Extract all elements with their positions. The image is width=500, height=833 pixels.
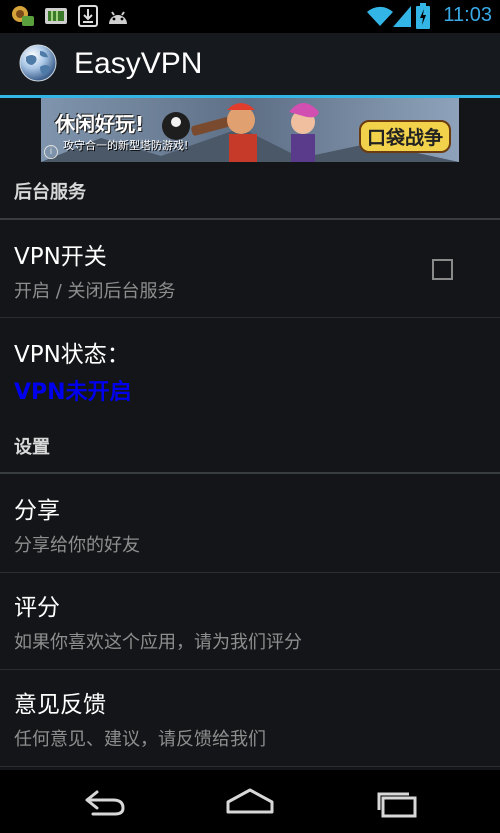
- globe-icon[interactable]: [18, 43, 58, 83]
- pref-summary: 分享给你的好友: [14, 535, 140, 556]
- vpn-switch-checkbox[interactable]: [432, 259, 453, 280]
- pref-item-feedback[interactable]: 意见反馈 任何意见、建议，请反馈给我们: [0, 670, 500, 766]
- divider: [0, 766, 500, 767]
- pref-item-vpn-switch[interactable]: VPN开关 开启 / 关闭后台服务: [0, 220, 500, 316]
- pref-summary: 如果你喜欢这个应用，请为我们评分: [14, 632, 302, 653]
- pref-summary: 开启 / 关闭后台服务: [14, 281, 176, 302]
- pref-title: VPN状态：: [14, 342, 130, 368]
- pref-item-share[interactable]: 分享 分享给你的好友: [0, 474, 500, 571]
- battery-charging-icon: [416, 3, 430, 29]
- notification-app-icon: [12, 6, 34, 26]
- section-header-background-service: 后台服务: [14, 182, 86, 203]
- vpn-status-value: VPN未开启: [14, 380, 132, 405]
- download-icon: [78, 5, 98, 27]
- pref-title: 意见反馈: [14, 692, 106, 718]
- status-bar: 11:03: [0, 0, 500, 33]
- ad-banner[interactable]: 休闲好玩! 攻守合一的新型塔防游戏! 口袋战争 i: [41, 98, 459, 162]
- pref-title: VPN开关: [14, 244, 107, 270]
- back-icon[interactable]: [73, 782, 133, 822]
- wifi-icon: [367, 6, 393, 26]
- action-bar: EasyVPN: [0, 33, 500, 95]
- recents-icon[interactable]: [367, 782, 427, 822]
- pref-summary: 任何意见、建议，请反馈给我们: [14, 729, 266, 750]
- app-title: EasyVPN: [74, 47, 203, 80]
- status-time: 11:03: [443, 4, 492, 26]
- ad-game-title: 口袋战争: [358, 120, 451, 153]
- pref-title: 评分: [14, 595, 60, 621]
- ad-info-icon[interactable]: i: [44, 145, 58, 159]
- battery-app-icon: [45, 8, 67, 24]
- preference-list: 休闲好玩! 攻守合一的新型塔防游戏! 口袋战争 i 后台服务 VPN开关 开启 …: [0, 98, 500, 770]
- signal-icon: [393, 6, 411, 27]
- android-icon: [109, 11, 127, 24]
- section-header-settings: 设置: [14, 437, 50, 458]
- ad-headline: 休闲好玩!: [55, 112, 145, 136]
- navigation-bar: [0, 770, 500, 833]
- home-icon[interactable]: [220, 782, 280, 822]
- ad-subline: 攻守合一的新型塔防游戏!: [63, 139, 189, 152]
- pref-title: 分享: [14, 498, 60, 524]
- pref-item-rate[interactable]: 评分 如果你喜欢这个应用，请为我们评分: [0, 573, 500, 669]
